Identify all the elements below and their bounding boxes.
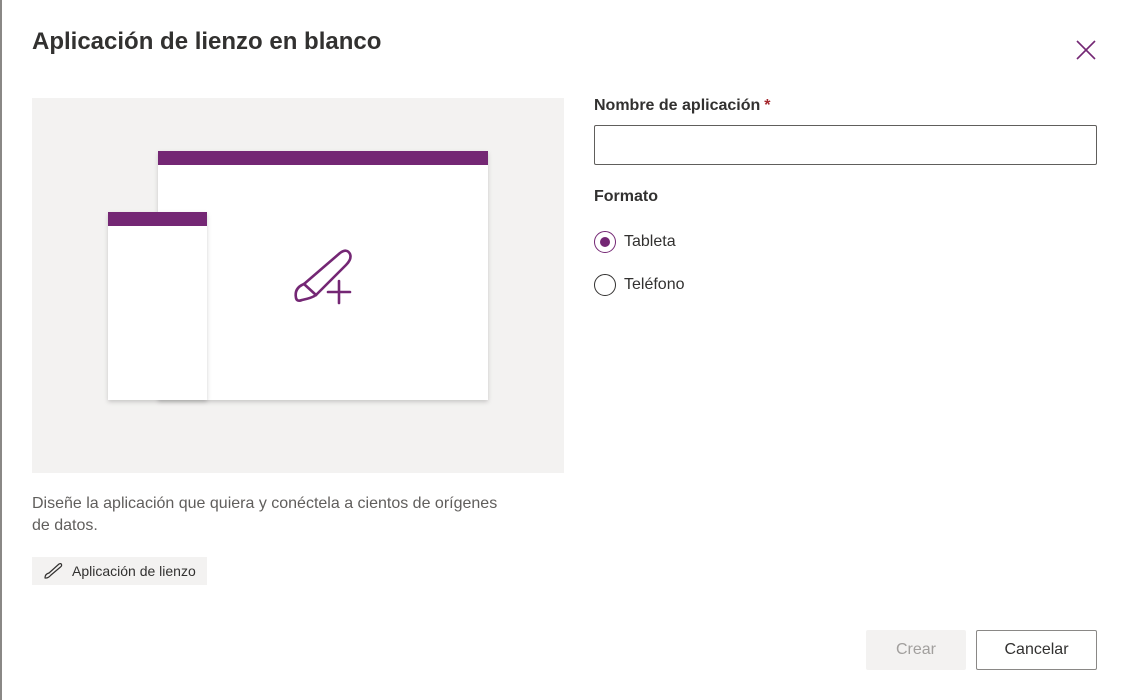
app-name-label-text: Nombre de aplicación: [594, 97, 761, 114]
paintbrush-icon: [44, 563, 63, 579]
create-button[interactable]: Crear: [866, 630, 966, 670]
app-name-label: Nombre de aplicación *: [594, 97, 771, 115]
dialog-description: Diseñe la aplicación que quiera y conéct…: [32, 495, 498, 534]
dialog-title: Aplicación de lienzo en blanco: [32, 28, 382, 55]
cancel-button[interactable]: Cancelar: [976, 630, 1097, 670]
radio-phone[interactable]: Teléfono: [594, 274, 685, 296]
radio-phone-circle[interactable]: [594, 274, 616, 296]
canvas-app-tag-label: Aplicación de lienzo: [72, 563, 196, 579]
canvas-app-tag[interactable]: Aplicación de lienzo: [32, 557, 207, 585]
canvas-app-illustration: [32, 98, 564, 473]
close-icon: [1076, 40, 1096, 60]
phone-window-graphic: [108, 212, 207, 400]
radio-tablet-circle[interactable]: [594, 231, 616, 253]
format-label: Formato: [594, 188, 658, 205]
radio-tablet[interactable]: Tableta: [594, 231, 676, 253]
blank-canvas-app-dialog: Aplicación de lienzo en blanco Diseñe la…: [2, 0, 1126, 700]
required-mark: *: [764, 97, 771, 114]
close-button[interactable]: [1070, 34, 1102, 66]
canvas-illustration-graphic: [108, 151, 488, 400]
tablet-window-graphic: [158, 151, 488, 400]
app-name-input[interactable]: [594, 125, 1097, 165]
radio-phone-label: Teléfono: [624, 276, 685, 293]
radio-tablet-label: Tableta: [624, 233, 676, 250]
